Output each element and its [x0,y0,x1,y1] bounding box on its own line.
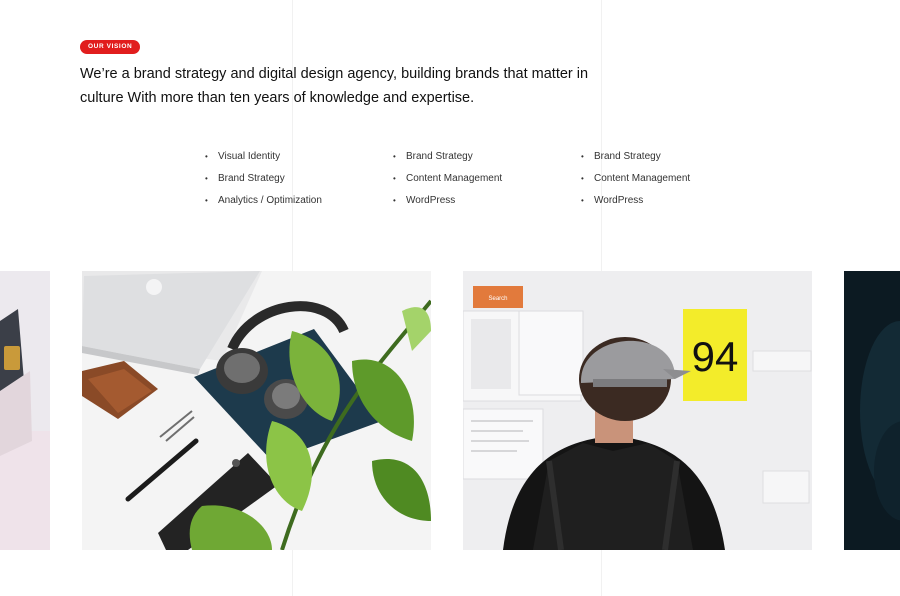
service-item: Analytics / Optimization [205,192,322,214]
services-column-1: Visual Identity Brand Strategy Analytics… [205,148,322,214]
service-item: Brand Strategy [393,148,502,170]
gallery-image-partial-left[interactable] [0,271,50,550]
vision-statement: We’re a brand strategy and digital desig… [80,66,589,106]
service-item: Visual Identity [205,148,322,170]
service-item: WordPress [393,192,502,214]
sticker-label: Search [488,296,507,302]
gallery-image-workspace[interactable] [82,271,431,550]
service-item: WordPress [581,192,690,214]
our-vision-badge: OUR VISION [80,40,141,54]
services-column-3: Brand Strategy Content Management WordPr… [581,148,690,214]
gallery-image-partial-right[interactable] [844,271,900,550]
poster-number: 94 [692,333,739,380]
services-column-2: Brand Strategy Content Management WordPr… [393,148,502,214]
service-item: Brand Strategy [581,148,690,170]
service-item: Content Management [393,170,502,192]
gallery-image-man-at-board[interactable]: Search 94 [463,271,812,550]
service-item: Brand Strategy [205,170,322,192]
service-item: Content Management [581,170,690,192]
